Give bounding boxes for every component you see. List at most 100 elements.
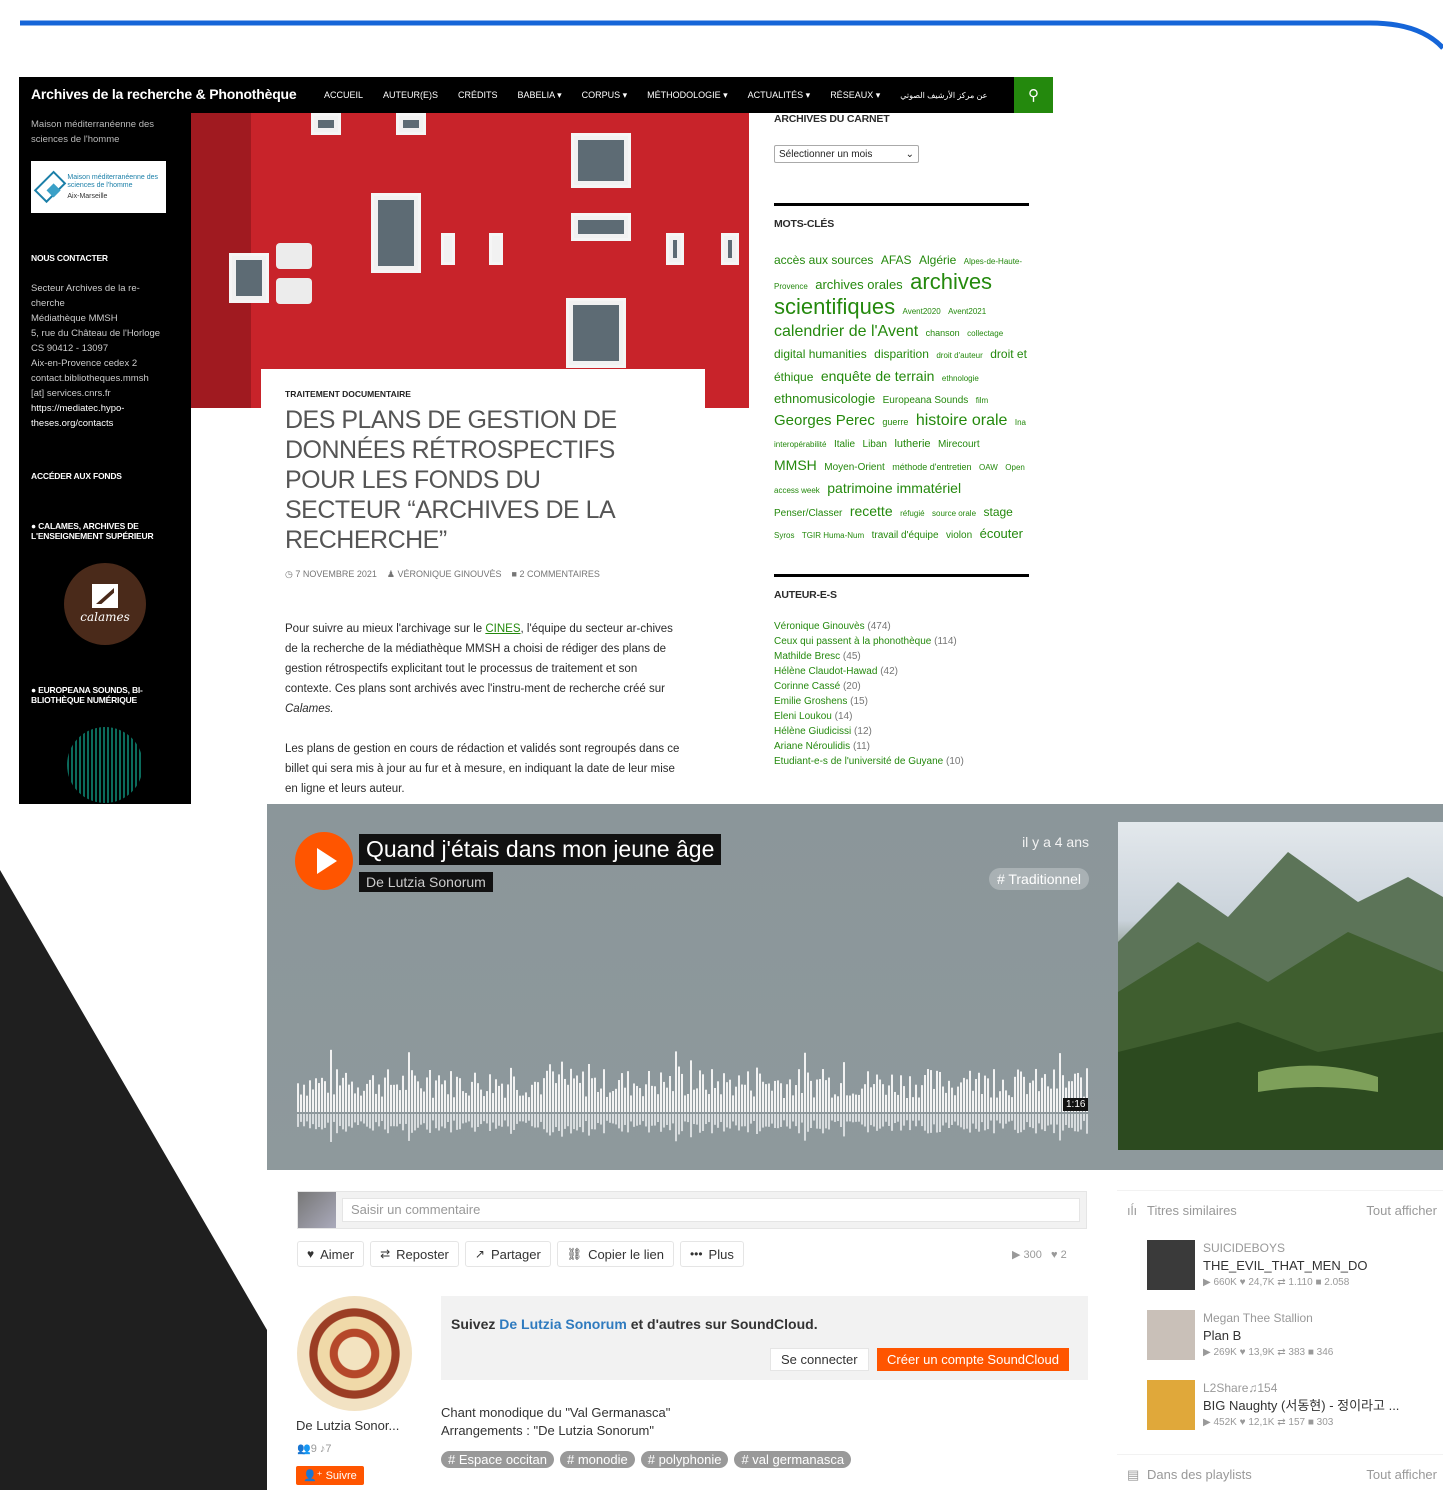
copy-link-button[interactable]: ⛓ Copier le lien	[556, 1241, 674, 1267]
author-link[interactable]: Corinne Cassé	[774, 681, 840, 692]
menu-item-accueil[interactable]: ACCUEIL	[324, 90, 363, 100]
search-button[interactable]: ⚲	[1014, 77, 1053, 113]
tag-link[interactable]: Moyen-Orient	[824, 462, 885, 473]
tag-link[interactable]: lutherie	[894, 438, 930, 450]
comment-input[interactable]: Saisir un commentaire	[342, 1198, 1080, 1222]
tag-link[interactable]: OAW	[979, 463, 998, 472]
waveform[interactable]	[297, 1034, 1089, 1144]
tag-link[interactable]: TGIR Huma-Num	[802, 531, 864, 540]
tag-link[interactable]: enquête de terrain	[821, 368, 935, 384]
tag-link[interactable]: histoire orale	[916, 412, 1008, 429]
tag[interactable]: # Espace occitan	[441, 1451, 555, 1468]
author-link[interactable]: Eleni Loukou	[774, 711, 832, 722]
tag-link[interactable]: Italie	[834, 439, 855, 450]
tag-link[interactable]: stage	[983, 505, 1012, 519]
tag-link[interactable]: source orale	[932, 509, 976, 518]
related-thumbnail[interactable]	[1147, 1310, 1195, 1360]
related-track[interactable]: L2Share♫154 BIG Naughty (서동현) - 정이라고 ... ▶…	[1147, 1380, 1443, 1440]
tag-link[interactable]: digital humanities	[774, 347, 867, 361]
tag-link[interactable]: Algérie	[919, 253, 956, 267]
featured-image-red-building[interactable]	[191, 113, 749, 408]
author-link[interactable]: Véronique Ginouvès	[774, 621, 865, 632]
user-name[interactable]: De Lutzia Sonor...	[296, 1418, 399, 1433]
tag-link[interactable]: Mirecourt	[938, 439, 980, 450]
tag-link[interactable]: interopérabilité	[774, 440, 826, 449]
month-select[interactable]: Sélectionner un mois ⌄	[774, 145, 919, 163]
play-button[interactable]	[295, 832, 353, 890]
track-artist[interactable]: De Lutzia Sonorum	[359, 872, 493, 892]
menu-item-credits[interactable]: CRÉDITS	[458, 90, 498, 100]
author-link[interactable]: Etudiant-e-s de l'université de Guyane	[774, 756, 943, 767]
tag[interactable]: # monodie	[560, 1451, 635, 1468]
author-link[interactable]: Emilie Groshens	[774, 696, 847, 707]
tag-link[interactable]: archives orales	[815, 277, 902, 292]
see-all-link[interactable]: Tout afficher	[1366, 1467, 1437, 1482]
post-title[interactable]: DES PLANS DE GESTION DE DONNÉES RÉTROSPE…	[285, 405, 655, 555]
author-link[interactable]: Hélène Claudot-Hawad	[774, 666, 877, 677]
author-link[interactable]: Mathilde Bresc	[774, 651, 840, 662]
related-artist[interactable]: Megan Thee Stallion	[1203, 1310, 1443, 1327]
tag-link[interactable]: patrimoine immatériel	[827, 480, 961, 496]
post-category[interactable]: TRAITEMENT DOCUMENTAIRE	[285, 389, 411, 399]
related-artist[interactable]: L2Share♫154	[1203, 1380, 1443, 1397]
tag-link[interactable]: droit d'auteur	[936, 351, 982, 360]
post-author[interactable]: VÉRONIQUE GINOUVÈS	[398, 569, 502, 579]
menu-item-actualites[interactable]: ACTUALITÉS ▾	[748, 90, 811, 101]
tag-link[interactable]: Avent2020	[903, 307, 941, 316]
related-artist[interactable]: SUICIDEBOYS	[1203, 1240, 1443, 1257]
promo-artist-link[interactable]: De Lutzia Sonorum	[499, 1316, 627, 1332]
tag-link[interactable]: méthode d'entretien	[892, 462, 971, 472]
menu-item-babelia[interactable]: BABELIA ▾	[518, 90, 562, 101]
tag-link[interactable]: violon	[946, 530, 972, 541]
contact-link[interactable]: https://mediatec.hypo-theses.org/contact…	[31, 403, 124, 429]
author-link[interactable]: Ceux qui passent à la phonothèque	[774, 636, 931, 647]
post-comments[interactable]: 2 COMMENTAIRES	[519, 569, 599, 579]
tag-link[interactable]: réfugié	[900, 509, 924, 518]
tag-link[interactable]: disparition	[874, 347, 929, 361]
tag-link[interactable]: recette	[850, 503, 893, 519]
user-avatar[interactable]	[297, 1296, 412, 1411]
related-thumbnail[interactable]	[1147, 1240, 1195, 1290]
tag-link[interactable]: chanson	[926, 328, 960, 338]
menu-item-methodologie[interactable]: MÉTHODOLOGIE ▾	[647, 90, 728, 101]
tag-link[interactable]: Georges Perec	[774, 412, 875, 429]
tag[interactable]: # polyphonie	[640, 1451, 729, 1468]
author-link[interactable]: Hélène Giudicissi	[774, 726, 851, 737]
follow-button[interactable]: 👤⁺ Suivre	[296, 1466, 364, 1485]
see-all-link[interactable]: Tout afficher	[1366, 1203, 1437, 1218]
mmsh-logo[interactable]: Maison méditerranéenne des sciences de l…	[31, 161, 166, 213]
tag-link[interactable]: Europeana Sounds	[883, 395, 969, 406]
cines-link[interactable]: CINES	[485, 623, 520, 635]
related-title[interactable]: THE_EVIL_THAT_MEN_DO	[1203, 1257, 1443, 1274]
site-title[interactable]: Archives de la recherche & Phonothèque	[31, 86, 297, 102]
tag-link[interactable]: travail d'équipe	[872, 530, 939, 541]
more-button[interactable]: ••• Plus	[679, 1241, 744, 1267]
tag-link[interactable]: ethnomusicologie	[774, 391, 875, 406]
tag-link[interactable]: Ina	[1015, 418, 1026, 427]
related-title[interactable]: Plan B	[1203, 1327, 1443, 1344]
share-button[interactable]: ↗ Partager	[464, 1241, 551, 1267]
tag-link[interactable]: film	[976, 396, 988, 405]
tag-link[interactable]: Avent2021	[948, 307, 986, 316]
tag-link[interactable]: calendrier de l'Avent	[774, 323, 918, 340]
menu-item-arabic[interactable]: عن مركز الأرشيف الصوتي	[900, 91, 987, 100]
europeana-logo[interactable]	[67, 727, 143, 803]
related-thumbnail[interactable]	[1147, 1380, 1195, 1430]
genre-tag[interactable]: # Traditionnel	[988, 868, 1089, 890]
tag-link[interactable]: accès aux sources	[774, 253, 873, 267]
tag-link[interactable]: écouter	[980, 526, 1023, 541]
related-track[interactable]: Megan Thee Stallion Plan B ▶ 269K ♥ 13,9K …	[1147, 1310, 1443, 1370]
repost-button[interactable]: ⇄ Reposter	[370, 1241, 459, 1267]
tag-link[interactable]: ethnologie	[942, 374, 979, 383]
related-title[interactable]: BIG Naughty (서동현) - 정이라고 ...	[1203, 1397, 1443, 1414]
menu-item-reseaux[interactable]: RÉSEAUX ▾	[830, 90, 880, 101]
tag-link[interactable]: Liban	[863, 439, 887, 450]
signup-button[interactable]: Créer un compte SoundCloud	[877, 1348, 1069, 1371]
tag[interactable]: # val germanasca	[734, 1451, 852, 1468]
tag-link[interactable]: Penser/Classer	[774, 508, 842, 519]
post-date[interactable]: 7 NOVEMBRE 2021	[295, 569, 377, 579]
menu-item-auteurs[interactable]: AUTEUR(E)S	[383, 90, 438, 100]
tag-link[interactable]: AFAS	[881, 253, 912, 267]
like-button[interactable]: ♥ Aimer	[297, 1241, 365, 1267]
tag-link[interactable]: collectage	[967, 329, 1003, 338]
